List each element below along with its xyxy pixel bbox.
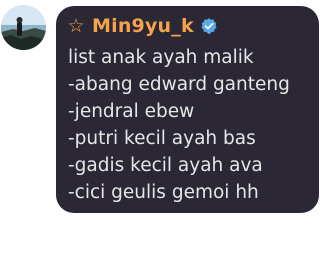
verified-badge-icon xyxy=(200,17,218,35)
avatar-image xyxy=(1,5,46,50)
message-line: -gadis kecil ayah ava xyxy=(68,155,263,176)
message-text: list anak ayah malik -abang edward gante… xyxy=(68,44,309,206)
message-line: list anak ayah malik xyxy=(68,47,254,68)
message-line: -abang edward ganteng xyxy=(68,74,290,95)
star-icon: ☆ xyxy=(67,15,85,37)
message-line: -cici geulis gemoi hh xyxy=(68,182,259,203)
username-row: ☆ Min9yu_k xyxy=(66,14,309,38)
username[interactable]: Min9yu_k xyxy=(92,14,194,38)
message-line: -jendral ebew xyxy=(68,101,195,122)
message-line: -putri kecil ayah bas xyxy=(68,128,256,149)
avatar[interactable] xyxy=(1,5,46,50)
chat-message: ☆ Min9yu_k list anak ayah malik -abang e… xyxy=(0,0,320,261)
message-bubble: ☆ Min9yu_k list anak ayah malik -abang e… xyxy=(56,6,319,213)
